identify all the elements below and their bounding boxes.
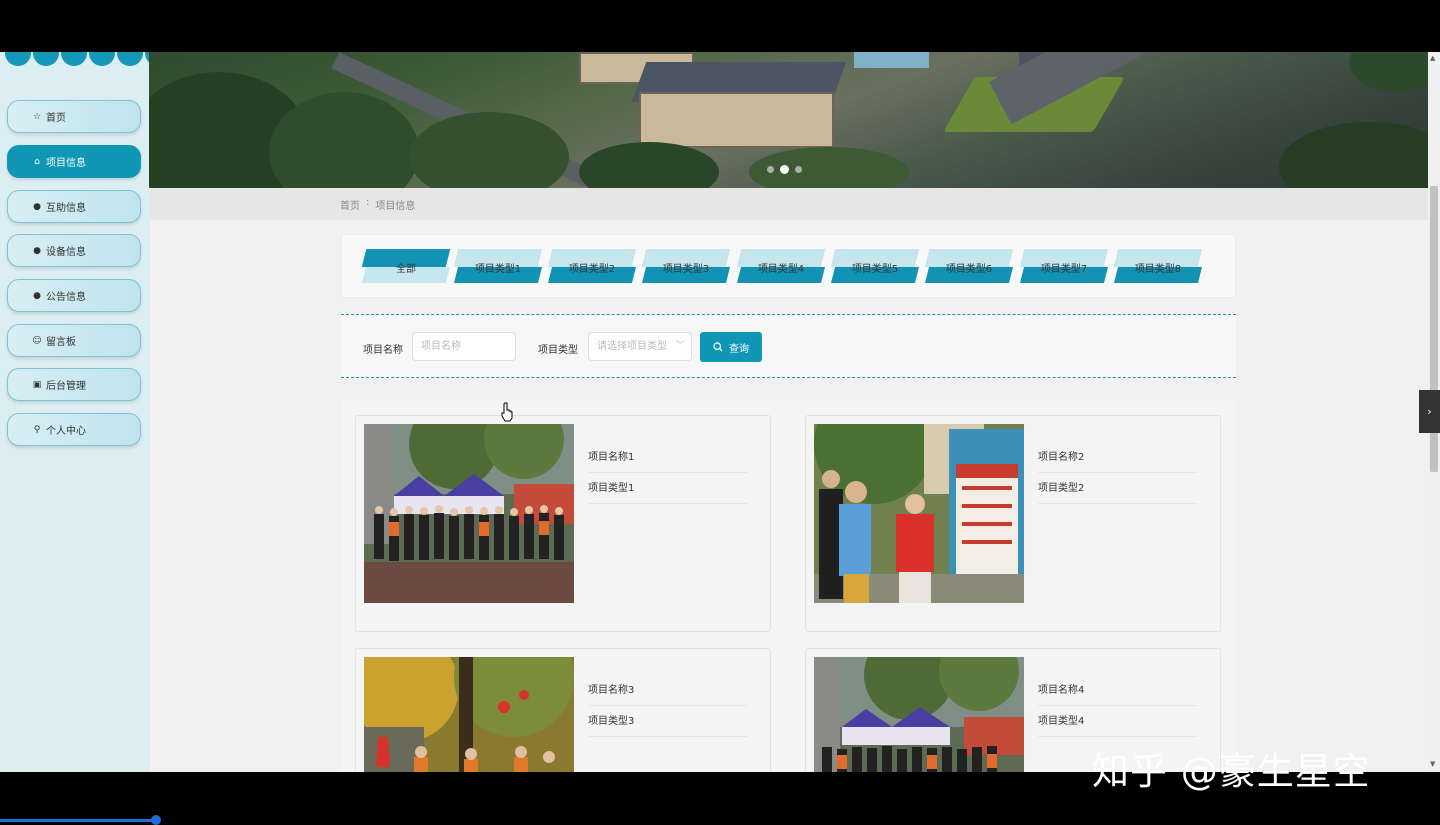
breadcrumb-home-link[interactable]: 首页 bbox=[340, 197, 360, 212]
carousel-dot[interactable] bbox=[795, 166, 802, 173]
category-tab-type7[interactable]: 项目类型7 bbox=[1018, 249, 1110, 285]
sidebar-item-label: 设备信息 bbox=[46, 247, 86, 258]
sidebar-item-profile[interactable]: ⚲ 个人中心 bbox=[7, 413, 141, 446]
category-tab-type6[interactable]: 项目类型6 bbox=[923, 249, 1015, 285]
project-name-label: 项目名称 bbox=[363, 345, 403, 356]
sidebar-item-equipment[interactable]: ● 设备信息 bbox=[7, 234, 141, 267]
category-tab-label: 项目类型5 bbox=[851, 264, 899, 275]
info-icon: ● bbox=[33, 290, 41, 301]
video-progress-bar[interactable] bbox=[0, 819, 158, 822]
category-tab-type1[interactable]: 项目类型1 bbox=[452, 249, 544, 285]
scroll-up-icon[interactable]: ▲ bbox=[1430, 54, 1435, 62]
side-panel-toggle[interactable]: › bbox=[1419, 390, 1440, 433]
breadcrumb-separator: : bbox=[366, 197, 370, 208]
scroll-down-icon[interactable]: ▼ bbox=[1430, 760, 1435, 768]
chevron-down-icon: ﹀ bbox=[675, 341, 685, 351]
breadcrumb-bar: 首页 : 项目信息 bbox=[149, 188, 1428, 220]
search-button-label: 查询 bbox=[729, 343, 749, 355]
category-tab-label: 项目类型2 bbox=[568, 264, 616, 275]
question-icon: ● bbox=[33, 245, 41, 256]
category-tab-type2[interactable]: 项目类型2 bbox=[546, 249, 638, 285]
project-type: 项目类型1 bbox=[588, 479, 748, 504]
category-tab-label: 项目类型1 bbox=[474, 264, 522, 275]
project-type: 项目类型2 bbox=[1038, 479, 1198, 504]
sidebar-item-project-info[interactable]: ⌂ 项目信息 bbox=[7, 145, 141, 178]
project-name: 项目名称3 bbox=[588, 681, 748, 706]
briefcase-icon: ▣ bbox=[32, 379, 42, 390]
alert-icon: ● bbox=[33, 201, 41, 212]
sidebar-item-label: 留言板 bbox=[46, 337, 76, 348]
banner-carousel bbox=[149, 52, 1428, 188]
carousel-indicators bbox=[767, 165, 802, 174]
sidebar-item-label: 后台管理 bbox=[46, 381, 86, 392]
category-tab-type4[interactable]: 项目类型4 bbox=[735, 249, 827, 285]
chevron-right-icon: › bbox=[1427, 405, 1432, 418]
hand-cursor-icon bbox=[501, 402, 513, 422]
sidebar-item-announcements[interactable]: ● 公告信息 bbox=[7, 279, 141, 312]
project-type: 项目类型3 bbox=[588, 712, 748, 737]
category-tab-label: 项目类型6 bbox=[945, 264, 993, 275]
sidebar-item-message-board[interactable]: ☺ 留言板 bbox=[7, 324, 141, 357]
watermark: 知乎 @豪生星空 bbox=[1092, 750, 1371, 793]
category-tab-label: 项目类型8 bbox=[1134, 264, 1182, 275]
project-type-select[interactable]: 请选择项目类型 ﹀ bbox=[588, 332, 692, 361]
category-tab-type5[interactable]: 项目类型5 bbox=[829, 249, 921, 285]
video-top-letterbox bbox=[0, 0, 1440, 52]
category-tab-type3[interactable]: 项目类型3 bbox=[640, 249, 732, 285]
sidebar-item-admin[interactable]: ▣ 后台管理 bbox=[7, 368, 141, 401]
project-type-label: 项目类型 bbox=[538, 345, 578, 356]
project-photo[interactable] bbox=[364, 424, 574, 603]
carousel-dot-active[interactable] bbox=[780, 165, 789, 174]
project-name: 项目名称1 bbox=[588, 448, 748, 473]
search-panel: 项目名称 项目类型 请选择项目类型 ﹀ 查询 bbox=[341, 314, 1236, 378]
project-photo[interactable] bbox=[364, 657, 574, 772]
project-photo[interactable] bbox=[814, 657, 1024, 772]
sidebar-item-home[interactable]: ☆ 首页 bbox=[7, 100, 141, 133]
carousel-dot[interactable] bbox=[767, 166, 774, 173]
category-tab-label: 项目类型3 bbox=[662, 264, 710, 275]
sidebar-item-label: 首页 bbox=[46, 113, 66, 124]
user-icon: ⚲ bbox=[33, 424, 41, 435]
breadcrumb: 首页 : 项目信息 bbox=[340, 197, 415, 212]
sidebar-item-label: 项目信息 bbox=[46, 158, 86, 169]
project-card[interactable]: 项目名称2 项目类型2 bbox=[805, 415, 1221, 632]
project-name: 项目名称4 bbox=[1038, 681, 1198, 706]
star-icon: ☆ bbox=[32, 111, 42, 122]
bag-icon: ⌂ bbox=[34, 156, 40, 167]
project-card[interactable]: 项目名称1 项目类型1 bbox=[355, 415, 771, 632]
project-name-input[interactable] bbox=[412, 332, 516, 361]
sidebar-scallop-decoration bbox=[0, 52, 150, 66]
project-type-placeholder: 请选择项目类型 bbox=[597, 341, 667, 352]
smile-icon: ☺ bbox=[32, 335, 42, 346]
category-tab-label: 项目类型4 bbox=[757, 264, 805, 275]
category-tab-label: 全部 bbox=[396, 264, 416, 275]
sidebar: ☆ 首页 ⌂ 项目信息 ● 互助信息 ● 设备信息 ● 公告信息 ☺ 留言板 ▣ 后台管理 ⚲… bbox=[0, 52, 150, 772]
search-button[interactable]: 查询 bbox=[700, 332, 762, 362]
category-filter-panel: 全部 项目类型1 项目类型2 项目类型3 项目类型4 项目类型5 项目类型6 项… bbox=[341, 234, 1236, 298]
sidebar-item-label: 个人中心 bbox=[46, 426, 86, 437]
project-name: 项目名称2 bbox=[1038, 448, 1198, 473]
sidebar-item-label: 互助信息 bbox=[46, 203, 86, 214]
sidebar-item-label: 公告信息 bbox=[46, 292, 86, 303]
search-icon bbox=[713, 342, 723, 352]
project-photo[interactable] bbox=[814, 424, 1024, 603]
category-tab-label: 项目类型7 bbox=[1040, 264, 1088, 275]
breadcrumb-current: 项目信息 bbox=[375, 201, 416, 212]
project-card[interactable]: 项目名称3 项目类型3 bbox=[355, 648, 771, 772]
category-tab-all[interactable]: 全部 bbox=[360, 249, 452, 285]
project-type: 项目类型4 bbox=[1038, 712, 1198, 737]
category-tab-type8[interactable]: 项目类型8 bbox=[1112, 249, 1204, 285]
app-window: ☆ 首页 ⌂ 项目信息 ● 互助信息 ● 设备信息 ● 公告信息 ☺ 留言板 ▣ 后台管理 ⚲… bbox=[0, 52, 1440, 772]
sidebar-item-mutual-aid[interactable]: ● 互助信息 bbox=[7, 190, 141, 223]
project-list: 项目名称1 项目类型1 项目名称2 项目类型2 项目名称3 项目类型3 项目名称… bbox=[341, 400, 1236, 772]
